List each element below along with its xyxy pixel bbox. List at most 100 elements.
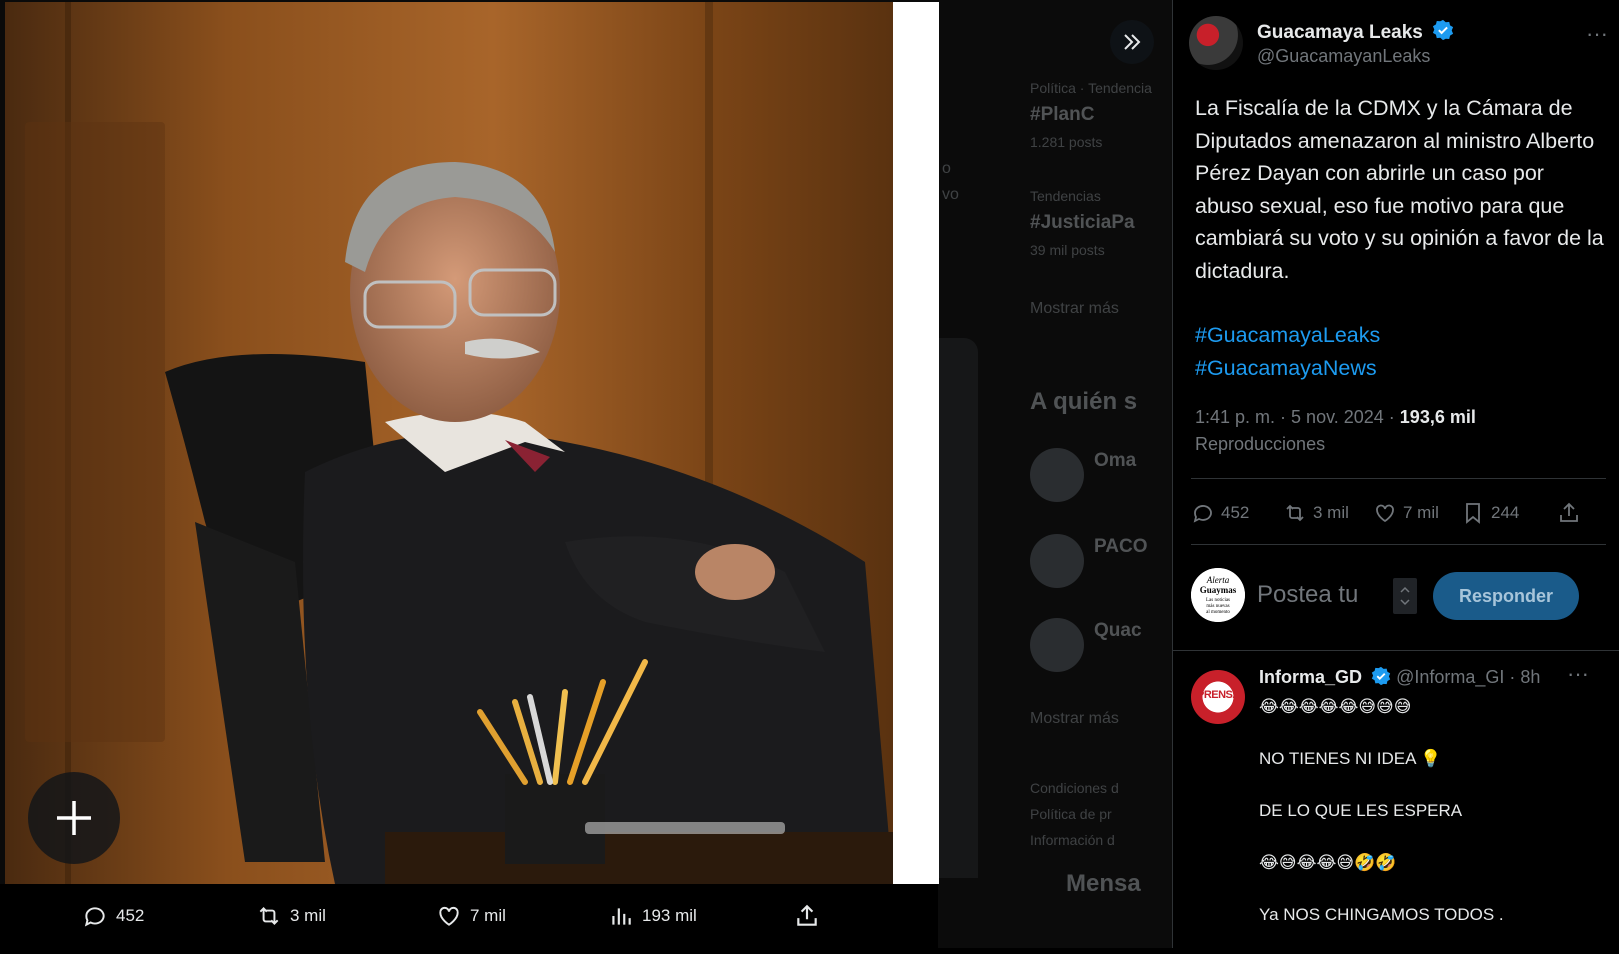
show-more-link: Mostrar más [1030, 300, 1119, 317]
hashtag-link[interactable]: #GuacamayaLeaks [1195, 319, 1605, 352]
avatar[interactable] [1189, 16, 1243, 70]
reply-icon [1193, 505, 1212, 523]
messages-drawer-title: Mensa [1066, 870, 1141, 897]
avatar[interactable]: PRENSA [1191, 670, 1245, 724]
photo-illustration [5, 2, 893, 884]
logo-text: Las noticias [1206, 598, 1230, 603]
reply-author-handle[interactable]: @Informa_GI [1396, 667, 1504, 687]
trend-meta: Política · Tendencia [1030, 80, 1152, 96]
reply-composer: Alerta Guaymas Las noticias más nuevas a… [1191, 556, 1606, 628]
tweet-detail-panel: Guacamaya Leaks @GuacamayanLeaks ··· La … [1172, 0, 1619, 948]
bookmark-button[interactable]: 244 [1461, 496, 1519, 530]
repost-icon [1286, 504, 1304, 522]
viewer-repost-count: 3 mil [290, 906, 326, 925]
separator-dot: · [1509, 667, 1516, 687]
reply-count: 452 [1221, 503, 1250, 522]
divider [1191, 544, 1606, 545]
reply-line: NO TIENES NI IDEA 💡 [1259, 749, 1442, 768]
reply-input[interactable] [1255, 576, 1389, 614]
footer-link: Condiciones d [1030, 780, 1119, 796]
viewer-share-button[interactable] [794, 884, 820, 948]
divider [1191, 478, 1606, 479]
viewer-reply-button[interactable]: 452 [82, 884, 144, 948]
views-label: Reproducciones [1195, 434, 1326, 454]
reply-time[interactable]: 8h [1520, 667, 1540, 687]
image-margin [893, 2, 939, 884]
reply-line: DE LO QUE LES ESPERA [1259, 801, 1463, 820]
reply-more-options-button[interactable]: ··· [1567, 663, 1589, 685]
add-button[interactable] [28, 772, 120, 864]
hashtag-link[interactable]: #GuacamayaNews [1195, 352, 1605, 385]
trend-count: 39 mil posts [1030, 242, 1105, 258]
share-button[interactable] [1557, 496, 1581, 530]
trend-count: 1.281 posts [1030, 134, 1103, 150]
viewer-action-bar: 452 3 mil 7 mil 193 mil [0, 884, 938, 948]
suggested-user-name: PACO [1094, 536, 1148, 557]
viewer-like-count: 7 mil [470, 906, 506, 925]
background-pane [938, 338, 978, 878]
repost-button[interactable]: 3 mil [1283, 496, 1349, 530]
tweet-date[interactable]: 5 nov. 2024 [1291, 407, 1384, 427]
verified-badge-icon [1371, 666, 1391, 686]
reply-header: Informa_GD @Informa_GI · 8h [1259, 666, 1599, 692]
share-icon [797, 904, 817, 926]
tweet-body: La Fiscalía de la CDMX y la Cámara de Di… [1195, 92, 1605, 384]
stepper-arrows-icon [1400, 586, 1410, 606]
who-to-follow-heading: A quién s [1030, 388, 1138, 415]
viewer-like-button[interactable]: 7 mil [436, 884, 506, 948]
bookmark-icon [1466, 503, 1480, 524]
author-handle[interactable]: @GuacamayanLeaks [1257, 46, 1430, 67]
background-text: o [942, 160, 951, 177]
reply-line: 😂😅😂😂😅🤣🤣 [1259, 853, 1397, 872]
reply-line: 😂😂😂😂😂😅😅😅 [1259, 697, 1412, 716]
reply-line: Ya NOS CHINGAMOS TODOS . [1259, 905, 1504, 924]
tweet-photo[interactable] [5, 2, 893, 884]
like-button[interactable]: 7 mil [1373, 496, 1439, 530]
avatar[interactable]: Alerta Guaymas Las noticias más nuevas a… [1191, 568, 1245, 622]
repost-icon [259, 907, 279, 925]
viewer-views-button[interactable]: 193 mil [608, 884, 697, 948]
heart-icon [439, 906, 459, 926]
like-count: 7 mil [1403, 503, 1439, 522]
tweet-actions: 452 3 mil 7 mil 244 [1191, 486, 1606, 540]
heart-icon [1376, 504, 1394, 523]
footer-link: Política de pr [1030, 806, 1112, 822]
reply-button[interactable]: 452 [1191, 496, 1249, 530]
author-name-link[interactable]: Guacamaya Leaks [1257, 19, 1454, 44]
expand-panel-button[interactable] [1110, 20, 1154, 64]
verified-badge-icon [1433, 19, 1454, 41]
tweet-time[interactable]: 1:41 p. m. [1195, 407, 1275, 427]
author-name: Guacamaya Leaks [1257, 22, 1423, 43]
avatar [1030, 534, 1084, 588]
chevrons-right-icon [1124, 34, 1141, 50]
alerta-guaymas-logo: Alerta Guaymas Las noticias más nuevas a… [1191, 568, 1245, 622]
viewer-views-count: 193 mil [642, 906, 697, 925]
show-more-link: Mostrar más [1030, 710, 1119, 727]
more-icon: ··· [1567, 661, 1589, 686]
tweet-meta: 1:41 p. m. · 5 nov. 2024 · 193,6 mil Rep… [1195, 407, 1476, 454]
logo-text: Guaymas [1200, 585, 1237, 595]
reply-author-name[interactable]: Informa_GD [1259, 667, 1362, 687]
suggested-user-name: Oma [1094, 450, 1137, 471]
bookmark-count: 244 [1491, 503, 1520, 522]
more-options-button[interactable]: ··· [1583, 23, 1611, 52]
viewer-repost-button[interactable]: 3 mil [256, 884, 326, 948]
avatar [1030, 448, 1084, 502]
footer-link: Información d [1030, 832, 1115, 848]
tweet-text: La Fiscalía de la CDMX y la Cámara de Di… [1195, 96, 1604, 283]
reply-icon [84, 907, 105, 927]
views-count: 193,6 mil [1399, 407, 1476, 427]
tweet-author: Guacamaya Leaks @GuacamayanLeaks ··· [1189, 16, 1609, 72]
media-viewer: Política · Tendencia #PlanC 1.281 posts … [0, 0, 1172, 948]
viewer-reply-count: 452 [116, 906, 145, 925]
plus-icon [57, 801, 91, 835]
logo-text: más nuevas [1206, 604, 1229, 609]
repost-count: 3 mil [1313, 503, 1349, 522]
trend-tag: #PlanC [1030, 104, 1095, 125]
divider [1173, 650, 1619, 651]
reply-body: 😂😂😂😂😂😅😅😅 NO TIENES NI IDEA 💡 DE LO QUE L… [1259, 694, 1599, 954]
reply-submit-button[interactable]: Responder [1433, 572, 1579, 620]
logo-text: al momento [1206, 610, 1230, 615]
scroll-stepper[interactable] [1393, 578, 1417, 614]
